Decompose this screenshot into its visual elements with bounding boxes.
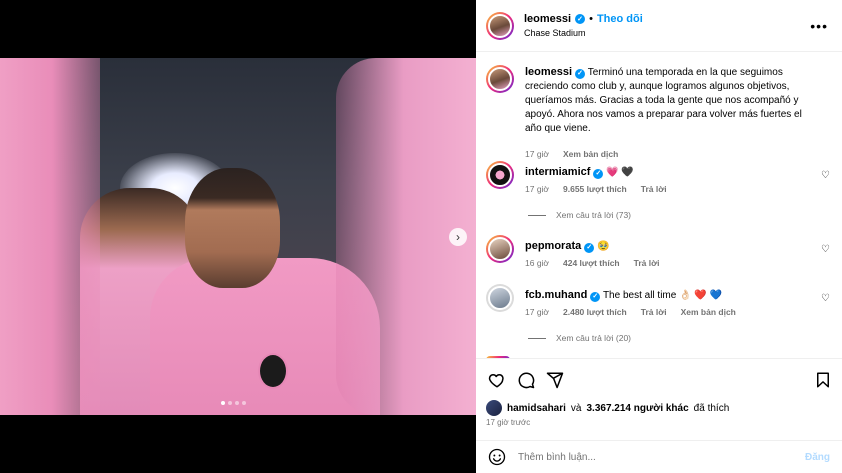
post-comment-button[interactable]: Đăng [805,452,830,463]
comment-text: 💗 🖤 [606,167,634,178]
view-replies-button[interactable]: Xem câu trả lời (73) [528,210,631,220]
add-comment-bar: Đăng [476,440,842,473]
comment-icon[interactable] [517,371,535,389]
heart-icon[interactable]: ♡ [821,244,830,255]
caption-time: 17 giờ [525,149,550,159]
post-location[interactable]: Chase Stadium [524,28,643,38]
post-photo[interactable] [0,58,476,415]
follow-button[interactable]: Theo dõi [597,13,643,25]
comment-likes[interactable]: 424 lượt thích [563,258,620,268]
carousel-dot [228,401,232,405]
heart-icon[interactable]: ♡ [821,293,830,304]
comment-time: 17 giờ [525,307,550,317]
emoji-smiley-icon[interactable] [488,448,506,466]
post-side-panel: leomessi ✓ • Theo dõi Chase Stadium ••• … [476,0,842,473]
chevron-right-icon: › [456,230,460,244]
carousel-dot [221,401,225,405]
commenter-avatar[interactable] [486,284,514,312]
carousel-dot [242,401,246,405]
comment-likes[interactable]: 2.480 lượt thích [563,307,627,317]
commenter-avatar[interactable] [486,161,514,189]
reply-button[interactable]: Trả lời [634,258,660,268]
separator-dot: • [589,13,593,25]
translate-link[interactable]: Xem bản dịch [563,149,618,159]
verified-badge-icon: ✓ [575,14,586,24]
share-icon[interactable] [546,371,564,389]
likes-and: và [570,402,582,414]
comment-text: The best all time 👌🏻 ❤️ 💙 [602,290,723,301]
comment-text-block: pepmorata ✓ 🥹 [525,239,810,254]
comment-username[interactable]: pepmorata [525,240,581,252]
comment-text-block: fcb.muhand ✓ The best all time 👌🏻 ❤️ 💙 [525,288,810,303]
author-avatar[interactable] [486,11,514,40]
save-bookmark-icon[interactable] [814,371,832,389]
comment-meta: 17 giờ 9.655 lượt thích Trả lời [525,184,667,194]
comment-meta: 16 giờ 424 lượt thích Trả lời [525,258,660,268]
comment-time: 17 giờ [525,184,550,194]
verified-badge-icon: ✓ [575,68,586,79]
likes-suffix: đã thích [693,402,730,414]
comment-input[interactable] [518,451,805,463]
comment-time: 16 giờ [525,258,550,268]
heart-icon[interactable] [488,371,506,389]
verified-badge-icon: ✓ [584,242,595,253]
club-crest [258,353,288,389]
liker-username[interactable]: hamidsahari [507,403,566,414]
carousel-dot [235,401,239,405]
heart-icon[interactable]: ♡ [821,170,830,181]
reply-button[interactable]: Trả lời [641,184,667,194]
player-head [185,168,280,288]
post-header: leomessi ✓ • Theo dõi Chase Stadium ••• [476,0,842,52]
view-replies-button[interactable]: Xem câu trả lời (20) [528,333,631,343]
translate-link[interactable]: Xem bản dịch [681,307,736,317]
caption-username[interactable]: leomessi [525,66,572,78]
media-pane: › [0,0,476,473]
comment-username[interactable]: fcb.muhand [525,289,587,301]
post-time-ago[interactable]: 17 giờ trước [486,418,530,427]
comment-text-block: intermiamicf ✓ 💗 🖤 [525,165,810,180]
comment-meta: 17 giờ 2.480 lượt thích Trả lời Xem bản … [525,307,736,317]
foreground-blur-left [0,58,100,415]
reply-button[interactable]: Trả lời [641,307,667,317]
author-username[interactable]: leomessi [524,13,571,25]
view-replies-label: Xem câu trả lời (73) [556,210,632,220]
carousel-dots [221,401,246,405]
comment-username[interactable]: intermiamicf [525,166,590,178]
commenter-avatar[interactable] [486,235,514,263]
more-options-icon[interactable]: ••• [810,18,828,34]
liker-avatar[interactable] [486,400,502,416]
verified-badge-icon: ✓ [590,291,601,302]
caption-meta: 17 giờ Xem bản dịch [525,149,618,159]
likes-summary: hamidsahari và 3.367.214 người khác đã t… [486,400,832,416]
comments-list[interactable]: leomessi ✓ Terminó una temporada en la qu… [476,53,842,358]
carousel-next-button[interactable]: › [449,228,467,246]
likes-others-count[interactable]: 3.367.214 người khác [586,403,688,414]
action-bar [476,358,842,398]
caption-avatar[interactable] [486,65,514,93]
comment-likes[interactable]: 9.655 lượt thích [563,184,627,194]
view-replies-label: Xem câu trả lời (20) [556,333,632,343]
comment-text: 🥹 [597,241,610,252]
caption-text-block: leomessi ✓ Terminó una temporada en la qu… [525,65,810,136]
verified-badge-icon: ✓ [593,168,604,179]
